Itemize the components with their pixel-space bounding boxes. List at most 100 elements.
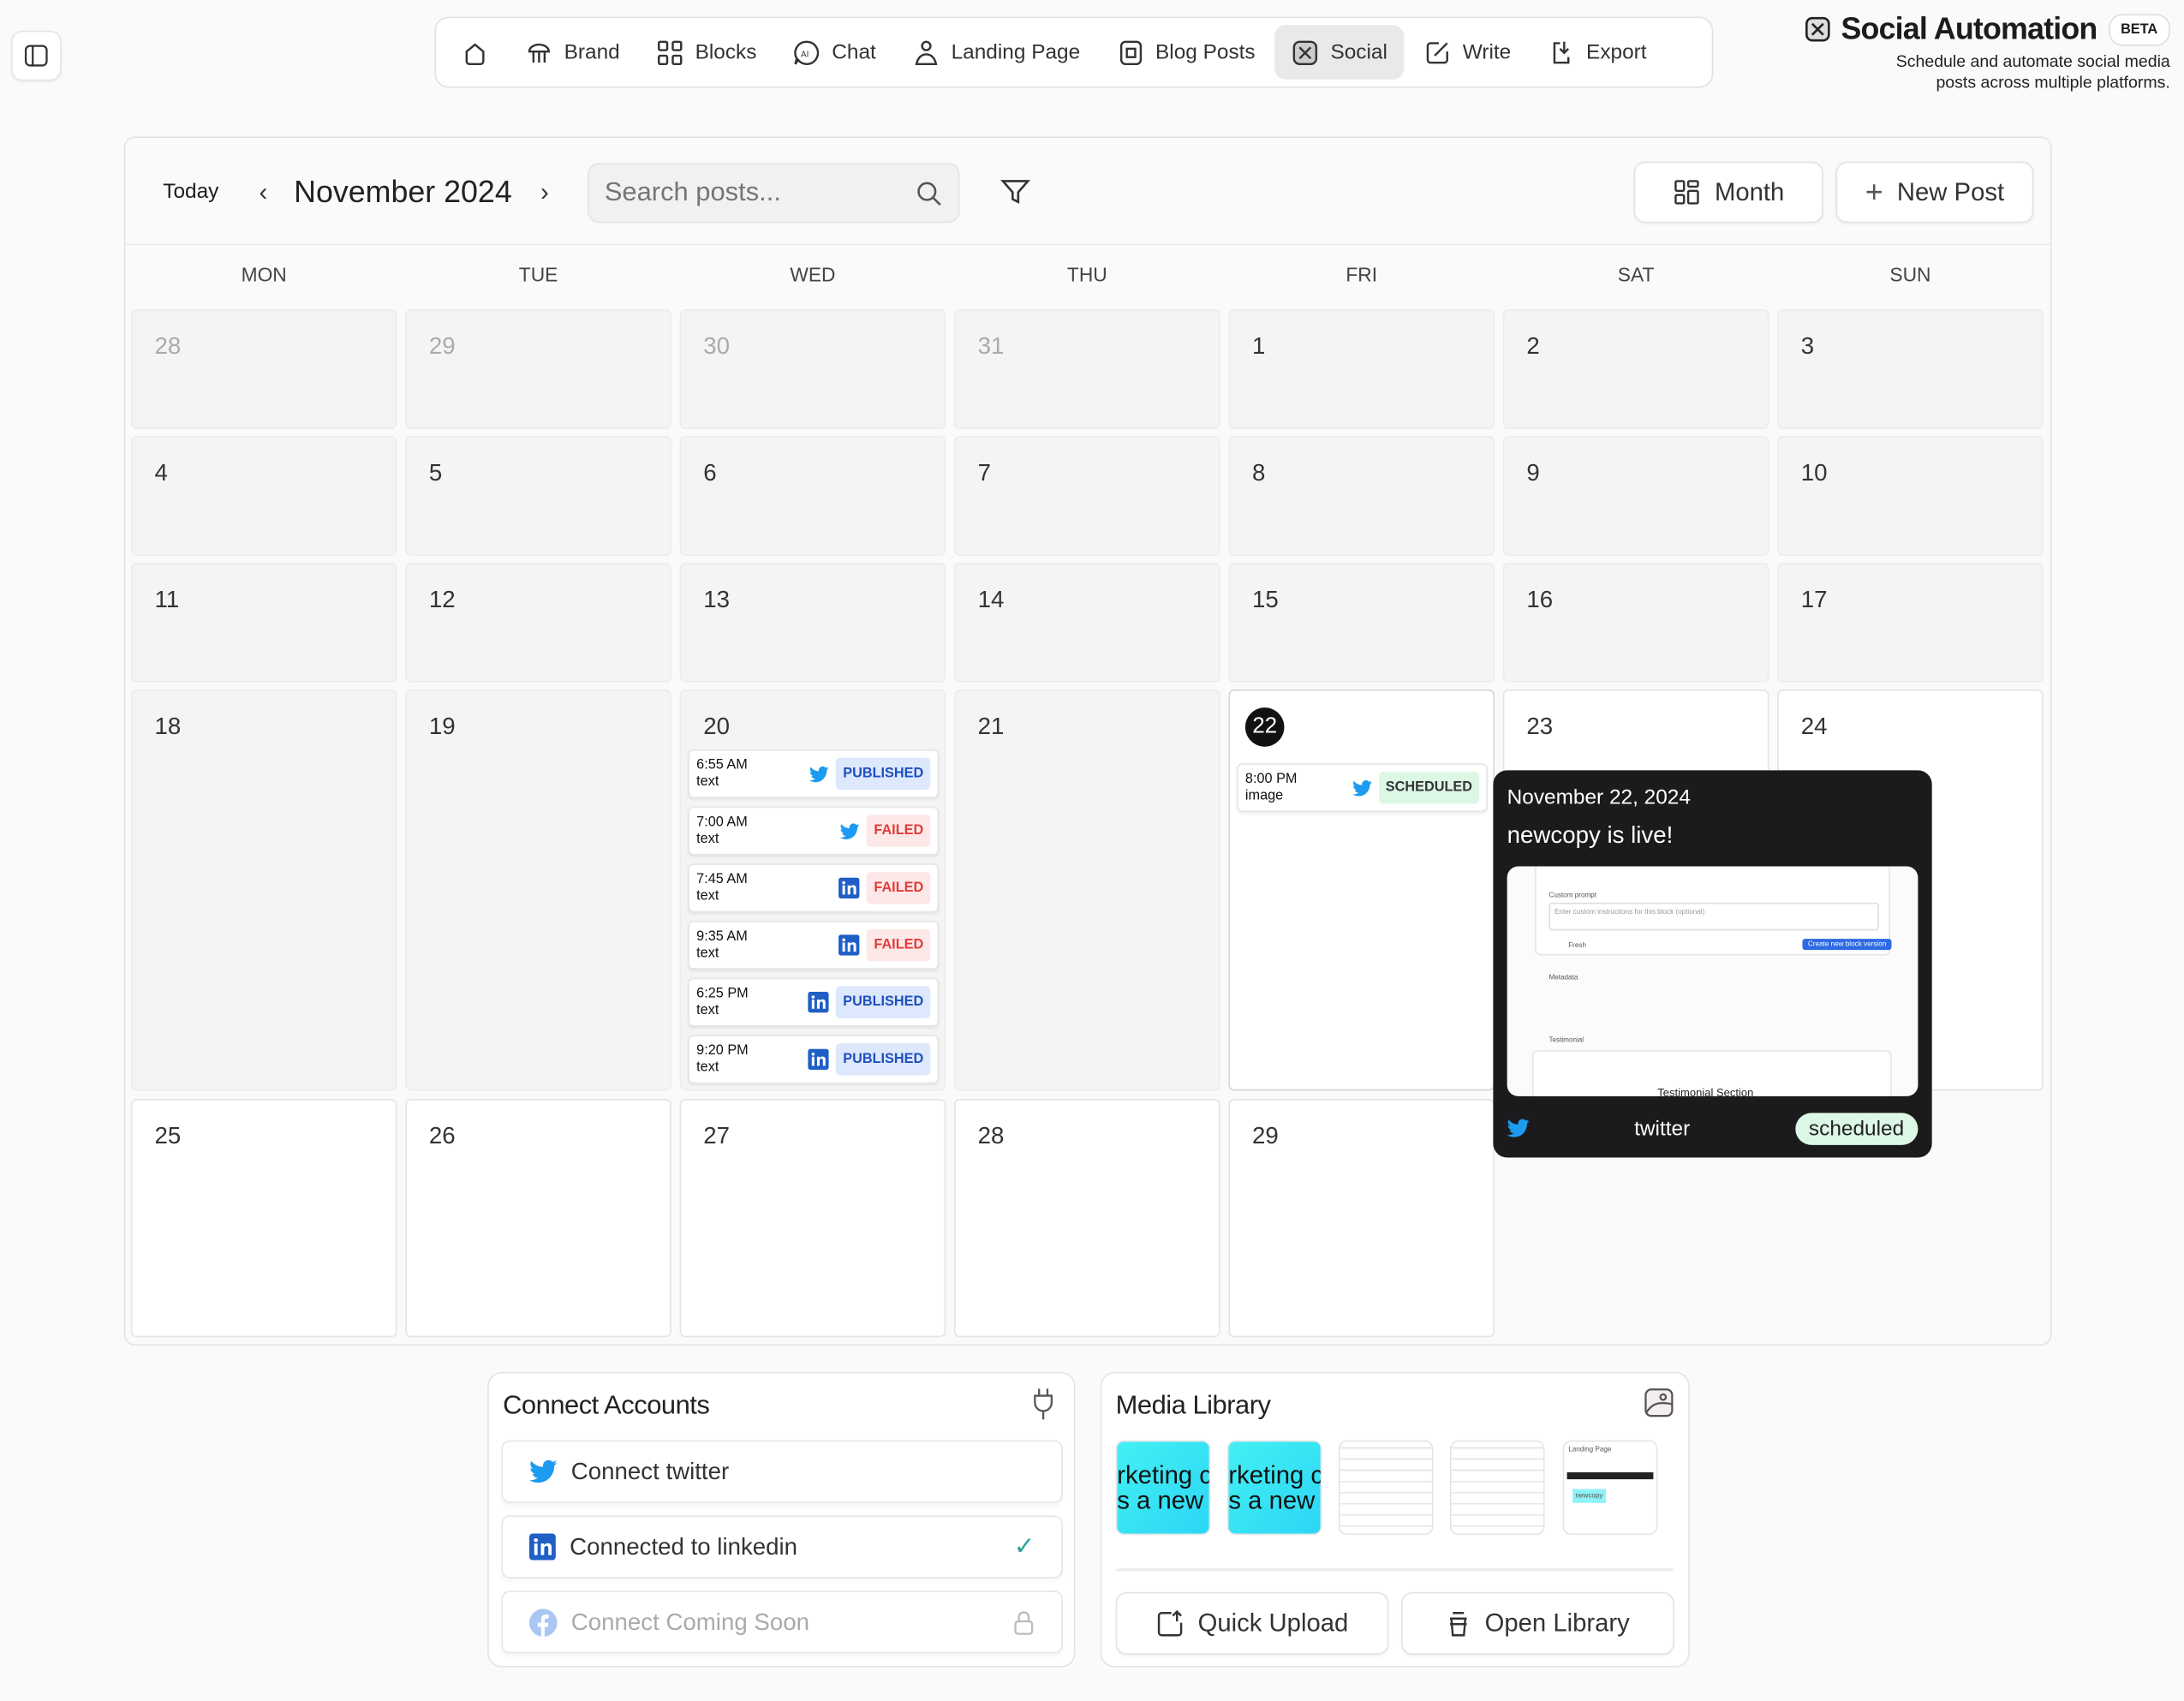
day-cell[interactable]: 11: [130, 563, 397, 683]
search-input[interactable]: [604, 177, 884, 209]
day-cell[interactable]: 29: [405, 309, 671, 429]
media-thumbnail[interactable]: rketing cos a new ho: [1226, 1440, 1322, 1536]
media-thumbnail[interactable]: Landing Page newcopy: [1562, 1440, 1658, 1536]
open-library-label: Open Library: [1484, 1608, 1630, 1637]
media-thumbnail[interactable]: [1449, 1440, 1545, 1536]
day-cell[interactable]: 6: [679, 436, 946, 556]
quick-upload-label: Quick Upload: [1197, 1608, 1349, 1637]
quick-upload-button[interactable]: Quick Upload: [1115, 1591, 1389, 1656]
filter-icon[interactable]: [1000, 177, 1031, 208]
nav-item-write[interactable]: Write: [1407, 25, 1528, 79]
nav-item-export[interactable]: Export: [1531, 25, 1663, 79]
nav-item-blog-posts[interactable]: Blog Posts: [1100, 25, 1272, 79]
media-thumbnail[interactable]: rketing cs a new h: [1115, 1440, 1211, 1536]
day-cell[interactable]: 19: [405, 689, 671, 1091]
preview-text: Enter custom instructions for this block…: [1554, 908, 1705, 917]
day-number: 15: [1252, 586, 1279, 613]
day-cell[interactable]: 25: [130, 1099, 397, 1338]
nav-item-landing-page[interactable]: Landing Page: [896, 25, 1097, 79]
account-linkedin[interactable]: Connected to linkedin ✓: [501, 1515, 1063, 1579]
day-cell[interactable]: 31: [954, 309, 1220, 429]
thumb-text: newcopy: [1572, 1489, 1606, 1503]
new-post-button[interactable]: + New Post: [1835, 161, 2034, 224]
day-cell[interactable]: 8: [1228, 436, 1495, 556]
next-month-button[interactable]: ›: [540, 178, 549, 207]
day-cell[interactable]: 5: [405, 436, 671, 556]
nav-item-chat[interactable]: AI Chat: [776, 25, 892, 79]
day-number: 10: [1800, 459, 1828, 486]
day-cell[interactable]: 15: [1228, 563, 1495, 683]
media-thumbnail[interactable]: [1338, 1440, 1434, 1536]
image-icon[interactable]: [1644, 1388, 1674, 1418]
sidebar-toggle-button[interactable]: [11, 30, 62, 81]
day-number: 26: [428, 1122, 456, 1149]
day-cell[interactable]: 12: [405, 563, 671, 683]
calendar-event[interactable]: 9:35 AM text FAILED: [688, 920, 940, 970]
thumb-text: rketing co: [1228, 1460, 1320, 1489]
day-cell[interactable]: 28: [954, 1099, 1220, 1338]
event-type: text: [696, 887, 719, 904]
event-type: text: [696, 945, 719, 961]
day-number: 20: [703, 713, 731, 740]
month-view-button[interactable]: Month: [1633, 161, 1823, 224]
lock-icon: [1014, 1610, 1034, 1634]
preview-text: Custom prompt: [1548, 891, 1597, 900]
day-cell[interactable]: 20 6:55 AM text PUBLISHED 7:00 AM text FAILED 7…: [679, 689, 946, 1091]
day-cell[interactable]: 10: [1777, 436, 2044, 556]
day-cell[interactable]: 28: [130, 309, 397, 429]
calendar-event[interactable]: 6:55 AM text PUBLISHED: [688, 749, 940, 798]
day-cell[interactable]: 18: [130, 689, 397, 1091]
media-library-title: Media Library: [1115, 1391, 1271, 1421]
grid-icon: [1674, 180, 1699, 205]
day-cell[interactable]: 30: [679, 309, 946, 429]
nav-item-label: Blocks: [695, 40, 757, 64]
day-cell[interactable]: 21: [954, 689, 1220, 1091]
day-cell[interactable]: 27: [679, 1099, 946, 1338]
day-number: 7: [977, 459, 992, 486]
day-cell[interactable]: 2: [1502, 309, 1769, 429]
day-cell[interactable]: 26: [405, 1099, 671, 1338]
calendar-event[interactable]: 9:20 PM text PUBLISHED: [688, 1035, 940, 1084]
day-number: 16: [1526, 586, 1554, 613]
nav-item-blocks[interactable]: Blocks: [640, 25, 773, 79]
plug-icon: [1034, 1388, 1053, 1420]
day-number: 28: [154, 332, 182, 360]
day-cell[interactable]: 1: [1228, 309, 1495, 429]
nav-item-home[interactable]: [445, 25, 506, 79]
day-cell[interactable]: 14: [954, 563, 1220, 683]
day-cell[interactable]: 9: [1502, 436, 1769, 556]
day-cell[interactable]: 22 8:00 PM image SCHEDULED: [1228, 689, 1495, 1091]
day-cell[interactable]: 7: [954, 436, 1220, 556]
day-number: 9: [1526, 459, 1540, 486]
day-cell[interactable]: 13: [679, 563, 946, 683]
event-time: 7:00 AM: [696, 814, 748, 830]
nav-item-social[interactable]: Social: [1274, 25, 1405, 80]
blocks-icon: [658, 39, 683, 65]
account-twitter[interactable]: Connect twitter: [501, 1440, 1063, 1503]
thumb-text: Landing Page: [1568, 1446, 1612, 1454]
day-cell[interactable]: 16: [1502, 563, 1769, 683]
open-library-button[interactable]: Open Library: [1401, 1591, 1674, 1656]
today-button[interactable]: Today: [163, 180, 218, 204]
day-cell[interactable]: 29: [1228, 1099, 1495, 1338]
status-badge: PUBLISHED: [836, 986, 931, 1018]
sidebar-icon: [24, 45, 48, 67]
calendar-event[interactable]: 7:00 AM text FAILED: [688, 806, 940, 856]
calendar-event[interactable]: 6:25 PM text PUBLISHED: [688, 977, 940, 1027]
calendar-event[interactable]: 8:00 PM image SCHEDULED: [1237, 763, 1488, 813]
day-number: 3: [1800, 332, 1815, 360]
day-number: 13: [703, 586, 731, 613]
day-number: 29: [1252, 1122, 1279, 1149]
day-number: 18: [154, 713, 182, 740]
connect-accounts-title: Connect Accounts: [503, 1391, 710, 1421]
day-cell[interactable]: 3: [1777, 309, 2044, 429]
day-number: 30: [703, 332, 731, 360]
day-cell[interactable]: 17: [1777, 563, 2044, 683]
calendar-event[interactable]: 7:45 AM text FAILED: [688, 863, 940, 913]
prev-month-button[interactable]: ‹: [259, 178, 267, 207]
nav-item-brand[interactable]: Brand: [509, 25, 637, 79]
linkedin-icon: [838, 877, 861, 898]
day-cell[interactable]: 4: [130, 436, 397, 556]
preview-text: Metadata: [1548, 973, 1578, 982]
divider: [1115, 1568, 1674, 1572]
